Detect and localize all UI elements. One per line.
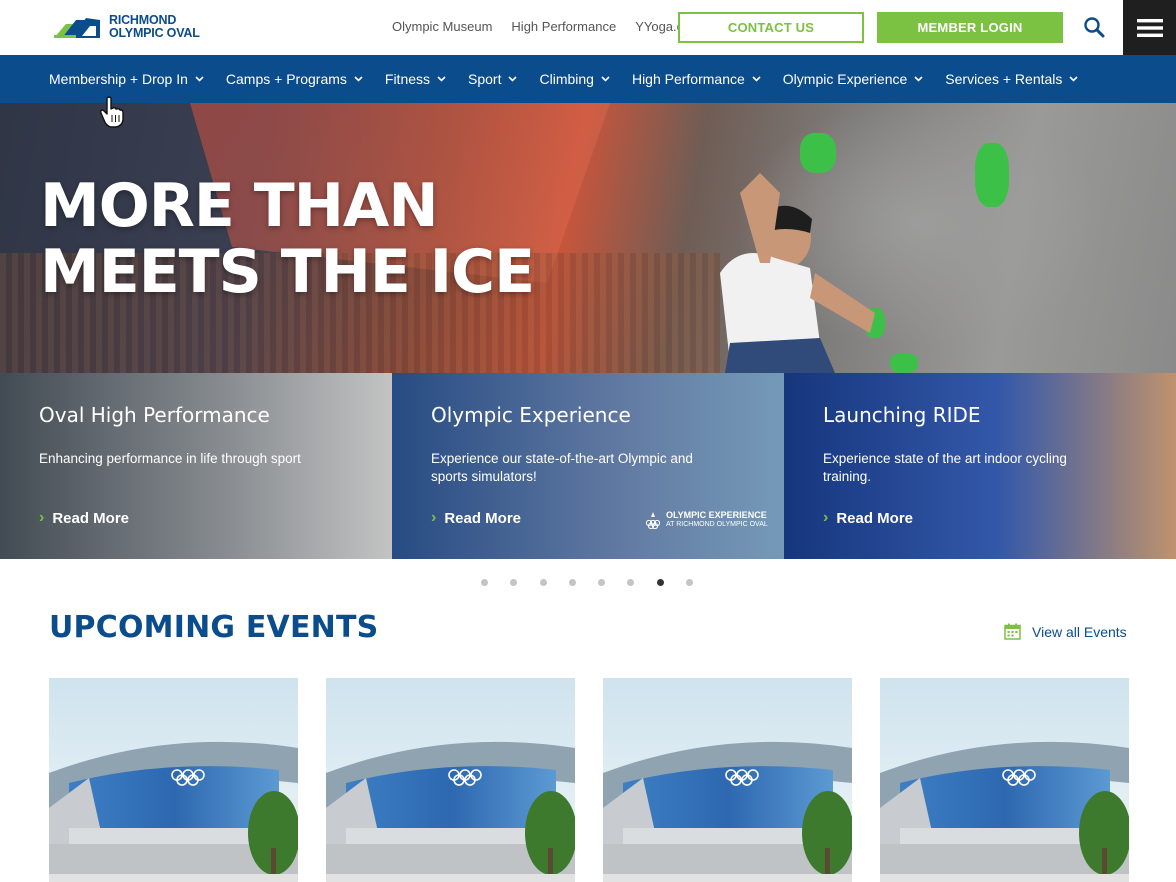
hero-banner: MORE THAN MEETS THE ICE [0, 103, 1176, 373]
logo-line-1: RICHMOND [109, 13, 177, 27]
event-card[interactable] [880, 678, 1129, 882]
chevron-right-icon: › [431, 509, 437, 526]
nav-item-climbing[interactable]: Climbing [539, 71, 610, 87]
top-utility-bar: RICHMOND OLYMPIC OVAL Olympic Museum Hig… [0, 0, 1176, 55]
utility-link-olympic-museum[interactable]: Olympic Museum [392, 19, 492, 34]
nav-item-label: Climbing [539, 71, 594, 87]
event-card-footer [326, 874, 575, 882]
nav-item-label: Fitness [384, 71, 431, 87]
search-button[interactable] [1079, 12, 1109, 42]
utility-link-high-performance[interactable]: High Performance [511, 19, 616, 34]
chevron-right-icon: › [823, 509, 829, 526]
feature-card-launching-ride[interactable]: Launching RIDE Experience state of the a… [784, 373, 1176, 559]
hamburger-menu-button[interactable] [1123, 0, 1176, 55]
hero-title-line-1: MORE THAN [40, 171, 439, 241]
nav-item-label: Olympic Experience [782, 71, 908, 87]
card-description: Experience our state-of-the-art Olympic … [431, 451, 693, 484]
feature-cards: Oval High Performance Enhancing performa… [0, 373, 1176, 559]
logo-wordmark: RICHMOND OLYMPIC OVAL [109, 14, 200, 39]
event-card[interactable] [49, 678, 298, 882]
nav-item-high-performance[interactable]: High Performance [632, 71, 761, 87]
nav-item-olympic-experience[interactable]: Olympic Experience [783, 71, 924, 87]
view-all-events-link[interactable]: View all Events [1004, 623, 1127, 640]
nav-item-sport[interactable]: Sport [468, 71, 518, 87]
utility-links: Olympic Museum High Performance YYoga.ca [392, 19, 709, 34]
feature-card-olympic-experience[interactable]: Olympic Experience Experience our state-… [392, 373, 784, 559]
event-card[interactable] [326, 678, 575, 882]
nav-item-services-rentals[interactable]: Services + Rentals [945, 71, 1078, 87]
carousel-dot[interactable] [481, 579, 488, 586]
read-more-link[interactable]: › Read More [431, 509, 521, 527]
hero-climber-image [720, 173, 875, 373]
event-card-list [49, 678, 1129, 882]
climbing-hold-icon [975, 143, 1009, 207]
carousel-dot[interactable] [539, 579, 547, 586]
nav-item-fitness[interactable]: Fitness [385, 71, 446, 87]
badge-line-1: OLYMPIC EXPERIENCE [666, 510, 767, 520]
carousel-dot[interactable] [686, 579, 694, 586]
card-title: Olympic Experience [431, 403, 631, 427]
chevron-right-icon: › [39, 509, 45, 526]
site-logo[interactable]: RICHMOND OLYMPIC OVAL [52, 14, 202, 42]
hand-cursor-icon [100, 96, 124, 128]
chevron-down-icon [601, 76, 610, 82]
hero-title-line-2: MEETS THE ICE [40, 237, 535, 307]
nav-item-label: Membership + Drop In [49, 71, 188, 87]
carousel-dot[interactable] [627, 579, 635, 586]
card-title: Oval High Performance [39, 403, 270, 427]
feature-card-high-performance[interactable]: Oval High Performance Enhancing performa… [0, 373, 392, 559]
event-card-footer [603, 874, 852, 882]
chevron-down-icon [752, 76, 761, 82]
contact-us-button[interactable]: CONTACT US [678, 12, 864, 43]
nav-item-label: Sport [468, 71, 502, 87]
view-all-events-label: View all Events [1032, 623, 1127, 640]
event-card-footer [49, 874, 298, 882]
search-icon [1084, 17, 1105, 38]
olympic-rings-icon [645, 512, 661, 529]
carousel-dot[interactable] [568, 579, 576, 586]
card-title: Launching RIDE [823, 403, 981, 427]
event-oval-building-image [880, 678, 1129, 874]
read-more-link[interactable]: › Read More [823, 509, 913, 527]
event-oval-building-image [326, 678, 575, 874]
read-more-label: Read More [836, 509, 914, 527]
logo-mark-icon [54, 18, 100, 38]
chevron-down-icon [437, 76, 446, 82]
upcoming-events-heading: UPCOMING EVENTS [49, 610, 379, 645]
read-more-link[interactable]: › Read More [39, 509, 129, 527]
nav-item-membership[interactable]: Membership + Drop In [49, 71, 204, 87]
carousel-dot[interactable] [510, 579, 518, 586]
member-login-button[interactable]: MEMBER LOGIN [877, 12, 1063, 43]
chevron-down-icon [354, 76, 363, 82]
hamburger-menu-icon [1136, 18, 1163, 37]
calendar-icon [1004, 623, 1021, 640]
olympic-experience-badge: OLYMPIC EXPERIENCE AT RICHMOND OLYMPIC O… [645, 510, 768, 530]
chevron-down-icon [508, 76, 518, 82]
nav-item-label: Camps + Programs [225, 71, 347, 87]
event-oval-building-image [603, 678, 852, 874]
read-more-label: Read More [444, 509, 522, 527]
card-description: Experience state of the art indoor cycli… [823, 451, 1067, 484]
nav-item-camps-programs[interactable]: Camps + Programs [226, 71, 363, 87]
carousel-dot-active[interactable] [656, 579, 664, 586]
logo-line-2: OLYMPIC OVAL [109, 25, 200, 40]
chevron-down-icon [914, 76, 923, 82]
chevron-down-icon [195, 76, 204, 82]
hero-title: MORE THAN MEETS THE ICE [40, 171, 535, 307]
nav-item-label: Services + Rentals [945, 71, 1063, 87]
event-card[interactable] [603, 678, 852, 882]
badge-line-2: AT RICHMOND OLYMPIC OVAL [666, 521, 768, 528]
main-navigation: Membership + Drop In Camps + Programs Fi… [0, 55, 1176, 103]
carousel-pagination [481, 579, 715, 586]
nav-item-label: High Performance [631, 71, 745, 87]
badge-text: OLYMPIC EXPERIENCE AT RICHMOND OLYMPIC O… [666, 510, 768, 530]
event-card-footer [880, 874, 1129, 882]
event-oval-building-image [49, 678, 298, 874]
chevron-down-icon [1069, 76, 1078, 82]
carousel-dot[interactable] [598, 579, 606, 586]
read-more-label: Read More [52, 509, 130, 527]
card-description: Enhancing performance in life through sp… [39, 451, 301, 466]
